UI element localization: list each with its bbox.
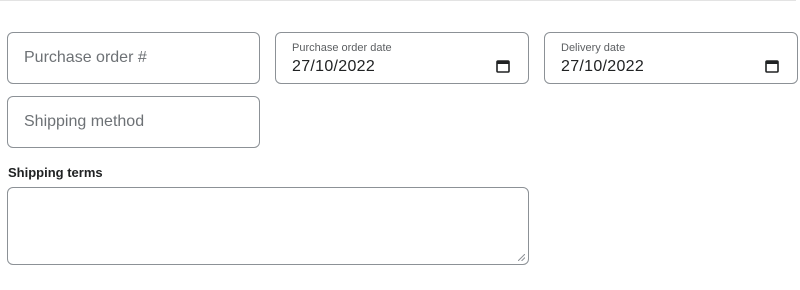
calendar-icon[interactable] bbox=[765, 59, 779, 73]
purchase-order-number-placeholder: Purchase order # bbox=[24, 49, 147, 66]
shipping-method-field[interactable]: Shipping method bbox=[7, 96, 260, 148]
delivery-date-label: Delivery date bbox=[561, 42, 626, 54]
purchase-order-date-value: 27/10/2022 bbox=[292, 58, 376, 75]
resize-handle-icon[interactable] bbox=[518, 254, 525, 261]
purchase-order-date-field[interactable]: Purchase order date 27/10/2022 bbox=[275, 32, 529, 84]
calendar-icon[interactable] bbox=[496, 59, 510, 73]
delivery-date-field[interactable]: Delivery date 27/10/2022 bbox=[544, 32, 798, 84]
purchase-order-number-field[interactable]: Purchase order # bbox=[7, 32, 260, 84]
purchase-order-date-label: Purchase order date bbox=[292, 42, 392, 54]
top-divider bbox=[0, 0, 796, 1]
delivery-date-value: 27/10/2022 bbox=[561, 58, 645, 75]
shipping-terms-textarea[interactable] bbox=[7, 187, 529, 265]
shipping-method-placeholder: Shipping method bbox=[24, 113, 145, 130]
shipping-terms-label: Shipping terms bbox=[8, 165, 103, 180]
order-details-form: Purchase order # Purchase order date 27/… bbox=[0, 0, 800, 290]
